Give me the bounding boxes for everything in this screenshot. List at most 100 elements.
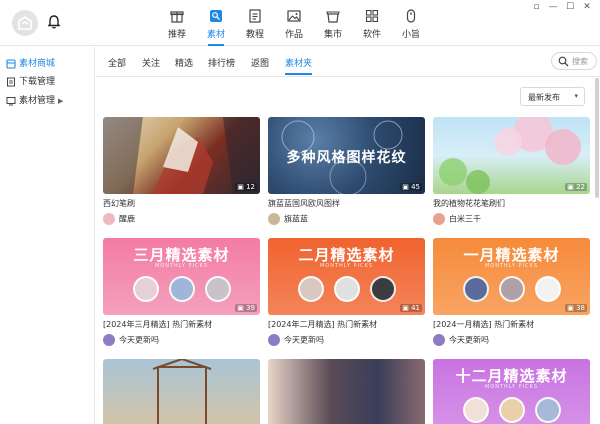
card-thumbnail[interactable] xyxy=(268,359,425,424)
card-title: [2024年三月精选] 热门新素材 xyxy=(103,320,213,329)
content-tabs: 全部 关注 精选 排行榜 返图 素材夹 xyxy=(96,47,600,77)
sort-value: 最新发布 xyxy=(528,93,560,102)
avatar xyxy=(268,334,280,346)
preview-circle xyxy=(498,397,525,423)
preview-circle xyxy=(498,276,525,302)
preview-circle xyxy=(462,397,489,423)
item-count-badge: ▣ 38 xyxy=(565,304,587,312)
card-title: 旗蓝蓝国风欧风图样 xyxy=(268,199,340,208)
window-maximize-button[interactable]: ☐ xyxy=(563,2,577,12)
card-art xyxy=(152,359,212,424)
item-count-badge: ▣ 39 xyxy=(235,304,257,312)
material-card[interactable]: 一月精选素材 MONTHLY PICKS ▣ 38 [2024一月精选] 热门新… xyxy=(433,238,590,348)
preview-circle xyxy=(369,276,396,302)
sidebar-item-download[interactable]: 下载管理 xyxy=(6,74,55,88)
material-icon xyxy=(210,10,222,22)
card-author[interactable]: 今天更新吗 xyxy=(433,334,489,346)
search-placeholder: 搜索 xyxy=(572,57,588,66)
author-name: 醒鹿 xyxy=(119,214,135,224)
nav-tutorial[interactable]: 教程 xyxy=(238,6,272,46)
thumb-title: 三月精选素材 xyxy=(133,246,230,264)
card-thumbnail[interactable]: 二月精选素材 MONTHLY PICKS ▣ 41 xyxy=(268,238,425,315)
thumb-title: 一月精选素材 xyxy=(463,246,560,264)
thumb-subtitle: MONTHLY PICKS xyxy=(484,384,538,390)
material-card[interactable]: 二月精选素材 MONTHLY PICKS ▣ 41 [2024年二月精选] 热门… xyxy=(268,238,425,348)
card-thumbnail[interactable] xyxy=(103,359,260,424)
bell-icon[interactable] xyxy=(48,15,60,29)
preview-circles xyxy=(433,397,590,424)
app-logo[interactable] xyxy=(12,10,38,36)
nav-artwork[interactable]: 作品 xyxy=(277,6,311,46)
material-card[interactable] xyxy=(103,359,260,424)
material-card[interactable]: 十二月精选素材 MONTHLY PICKS xyxy=(433,359,590,424)
tab-following[interactable]: 关注 xyxy=(142,56,160,69)
tutorial-icon xyxy=(249,9,261,23)
artwork-icon xyxy=(287,10,301,22)
chevron-down-icon: ▾ xyxy=(574,92,578,100)
search-box[interactable]: 搜索 xyxy=(551,52,597,70)
material-card[interactable]: ▣ 22 我的植物花花笔刷们 白米三千 xyxy=(433,117,590,227)
expand-arrow-icon[interactable]: ▶ xyxy=(58,97,63,105)
manage-icon xyxy=(6,96,16,105)
avatar xyxy=(268,213,280,225)
preview-circles xyxy=(103,276,260,305)
card-thumbnail[interactable]: ▣ 12 xyxy=(103,117,260,194)
card-thumbnail[interactable]: 十二月精选素材 MONTHLY PICKS xyxy=(433,359,590,424)
window-restore-button[interactable]: ▫ xyxy=(529,2,543,12)
thumb-title: 二月精选素材 xyxy=(298,246,395,264)
sort-dropdown[interactable]: 最新发布 ▾ xyxy=(520,87,585,106)
preview-circles xyxy=(268,276,425,305)
sidebar-item-label: 素材管理 xyxy=(19,96,56,106)
card-author[interactable]: 今天更新吗 xyxy=(268,334,324,346)
preview-circle xyxy=(462,276,489,302)
window-minimize-button[interactable]: — xyxy=(546,2,560,12)
card-title: [2024年二月精选] 热门新素材 xyxy=(268,320,378,329)
tab-collections[interactable]: 素材夹 xyxy=(285,56,313,75)
nav-assistant[interactable]: 小旨 xyxy=(394,6,428,46)
preview-circle xyxy=(168,276,195,302)
card-thumbnail[interactable]: 一月精选素材 MONTHLY PICKS ▣ 38 xyxy=(433,238,590,315)
author-name: 今天更新吗 xyxy=(449,335,489,345)
sidebar-item-label: 下载管理 xyxy=(19,77,56,87)
material-card[interactable] xyxy=(268,359,425,424)
nav-market[interactable]: 集市 xyxy=(316,6,350,46)
nav-label: 小旨 xyxy=(401,30,420,40)
author-name: 今天更新吗 xyxy=(284,335,324,345)
preview-circle xyxy=(534,397,561,423)
nav-material[interactable]: 素材 xyxy=(199,6,233,46)
nav-software[interactable]: 软件 xyxy=(355,6,389,46)
nav-label: 作品 xyxy=(284,30,303,40)
card-thumbnail[interactable]: ▣ 22 xyxy=(433,117,590,194)
tab-featured[interactable]: 精选 xyxy=(175,56,193,69)
author-name: 白米三千 xyxy=(449,214,481,224)
preview-circles xyxy=(433,276,590,305)
scrollbar[interactable] xyxy=(595,78,599,198)
card-author[interactable]: 今天更新吗 xyxy=(103,334,159,346)
card-author[interactable]: 白米三千 xyxy=(433,213,481,225)
nav-label: 集市 xyxy=(323,30,342,40)
card-author[interactable]: 旗蓝蓝 xyxy=(268,213,308,225)
author-name: 旗蓝蓝 xyxy=(284,214,308,224)
sidebar-item-label: 素材商城 xyxy=(19,59,56,69)
sidebar-item-manage[interactable]: 素材管理 ▶ xyxy=(6,93,63,107)
card-thumbnail[interactable]: 多种风格图样花纹 ▣ 45 xyxy=(268,117,425,194)
tab-showcase[interactable]: 返图 xyxy=(251,56,269,69)
tab-ranking[interactable]: 排行榜 xyxy=(208,56,235,69)
window-close-button[interactable]: ✕ xyxy=(580,2,594,12)
item-count-badge: ▣ 12 xyxy=(235,183,257,191)
nav-recommend[interactable]: 推荐 xyxy=(160,6,194,46)
sidebar-item-store[interactable]: 素材商城 xyxy=(6,56,55,70)
card-author[interactable]: 醒鹿 xyxy=(103,213,135,225)
material-card[interactable]: 多种风格图样花纹 ▣ 45 旗蓝蓝国风欧风图样 旗蓝蓝 xyxy=(268,117,425,227)
thumb-subtitle: MONTHLY PICKS xyxy=(154,263,208,269)
card-thumbnail[interactable]: 三月精选素材 MONTHLY PICKS ▣ 39 xyxy=(103,238,260,315)
material-card[interactable]: ▣ 12 西幻笔刷 醒鹿 xyxy=(103,117,260,227)
avatar xyxy=(433,334,445,346)
recommend-icon xyxy=(170,11,184,23)
tab-all[interactable]: 全部 xyxy=(108,56,126,69)
preview-circle xyxy=(534,276,561,302)
thumb-subtitle: MONTHLY PICKS xyxy=(319,263,373,269)
avatar xyxy=(103,334,115,346)
material-card[interactable]: 三月精选素材 MONTHLY PICKS ▣ 39 [2024年三月精选] 热门… xyxy=(103,238,260,348)
store-icon xyxy=(6,58,16,69)
